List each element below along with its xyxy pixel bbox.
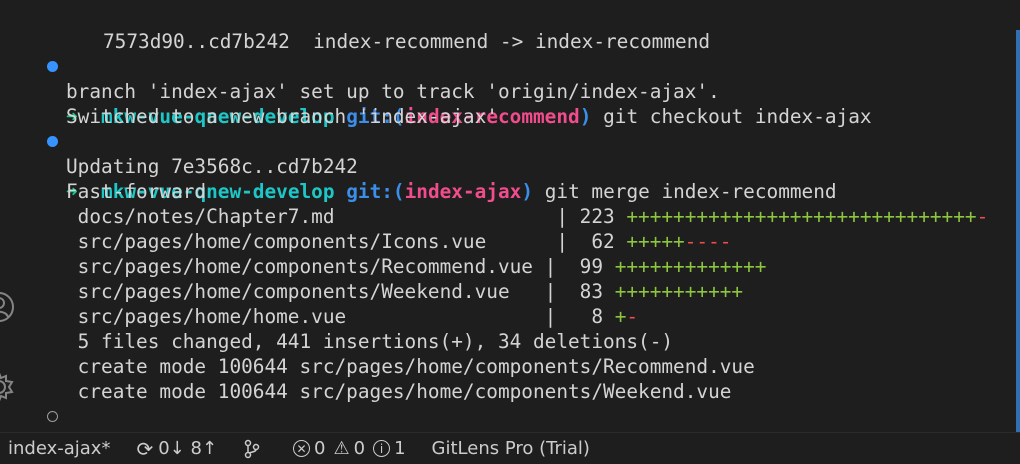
info-count: 1 [394,438,406,459]
sync-icon: ⟳ [136,436,154,461]
source-control-graph-item[interactable] [237,433,267,464]
terminal-scrollbar[interactable] [1014,30,1020,432]
accounts-icon[interactable] [0,290,16,324]
command-text: git checkout index-ajax [603,105,872,128]
terminal-line: branch 'index-ajax' set up to track 'ori… [66,80,720,103]
terminal-line: Switched to a new branch 'index-ajax' [66,105,498,128]
terminal-line: Fast-forward [66,180,207,203]
warning-icon: ⚠ [333,438,350,459]
scrollbar-thumb[interactable] [1016,30,1020,432]
prompt-branch: index-ajax [404,180,522,203]
terminal-panel[interactable]: 7573d90..cd7b242 index-recommend -> inde… [0,0,1020,432]
diffstat-row: src/pages/home/home.vue | 8 +- [66,305,639,328]
terminal-prompt-line: ➜ mkw-vue-qnew-develop git:(index-ajax) … [0,129,837,203]
gitlens-label: GitLens Pro (Trial) [431,438,590,459]
diffstat-row: src/pages/home/components/Recommend.vue … [66,255,767,278]
branch-status-item[interactable]: index-ajax* [0,433,116,464]
warning-count: 0 [353,438,366,459]
error-icon: ✕ [293,440,311,457]
command-success-dot-icon[interactable] [47,136,58,147]
terminal-line: create mode 100644 src/pages/home/compon… [66,355,755,378]
command-success-dot-icon[interactable] [47,61,58,72]
status-bar: index-ajax* ⟳ 0↓ 8↑ ✕ 0 ⚠ 0 i 1 GitLens … [0,432,1020,464]
terminal-line: Updating 7e3568c..cd7b242 [66,155,358,178]
problems-status-item[interactable]: ✕ 0 ⚠ 0 i 1 [287,433,412,464]
command-pending-dot-icon[interactable] [47,411,58,422]
diffstat-row: src/pages/home/components/Icons.vue | 62… [66,230,732,253]
sync-status-item[interactable]: ⟳ 0↓ 8↑ [130,433,223,464]
error-count: 0 [314,438,326,459]
branch-name: index-ajax* [8,438,111,459]
terminal-line: create mode 100644 src/pages/home/compon… [66,380,732,403]
terminal-line: 7573d90..cd7b242 index-recommend -> inde… [103,30,711,53]
diffstat-row: docs/notes/Chapter7.md | 223 +++++++++++… [66,205,989,228]
command-text: git merge index-recommend [544,180,837,203]
gear-icon[interactable] [0,370,16,404]
sync-counts: 0↓ 8↑ [158,438,218,459]
source-control-graph-icon [244,439,260,458]
activity-bar [0,280,20,432]
terminal-line: 5 files changed, 441 insertions(+), 34 d… [66,330,674,353]
info-icon: i [373,440,391,457]
terminal-prompt-line: ➜ mkw-vue-qnew-develop git:(index-recomm… [0,54,872,128]
gitlens-status-item[interactable]: GitLens Pro (Trial) [426,433,596,464]
diffstat-row: src/pages/home/components/Weekend.vue | … [66,280,744,303]
